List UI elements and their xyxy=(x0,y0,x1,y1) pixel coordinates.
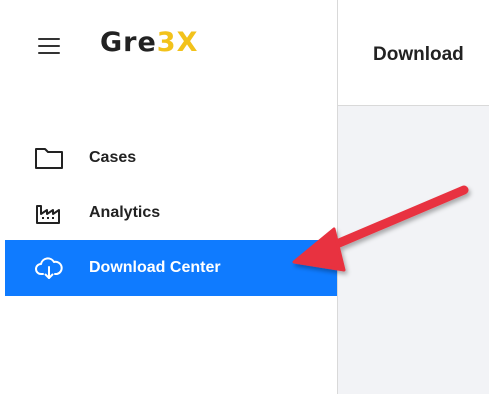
sidebar-item-cases[interactable]: Cases xyxy=(5,130,337,186)
logo-text-accent: 3X xyxy=(156,26,199,58)
sidebar: Gre 3X Cases Analytics Download Center xyxy=(0,0,338,394)
sidebar-item-label: Cases xyxy=(89,149,137,166)
main-content xyxy=(338,106,489,394)
sidebar-item-analytics[interactable]: Analytics xyxy=(5,185,337,241)
sidebar-item-label: Analytics xyxy=(89,204,161,221)
app-logo[interactable]: Gre 3X xyxy=(100,22,198,62)
sidebar-item-download-center[interactable]: Download Center xyxy=(5,240,337,296)
folder-icon xyxy=(33,144,65,172)
sidebar-item-label: Download Center xyxy=(89,259,221,276)
cloud-download-icon xyxy=(33,254,65,282)
logo-text-primary: Gre xyxy=(100,26,157,58)
page-header: Download xyxy=(338,0,489,106)
page-title: Download xyxy=(373,44,464,65)
factory-icon xyxy=(33,199,65,227)
hamburger-menu-icon[interactable] xyxy=(38,38,60,54)
